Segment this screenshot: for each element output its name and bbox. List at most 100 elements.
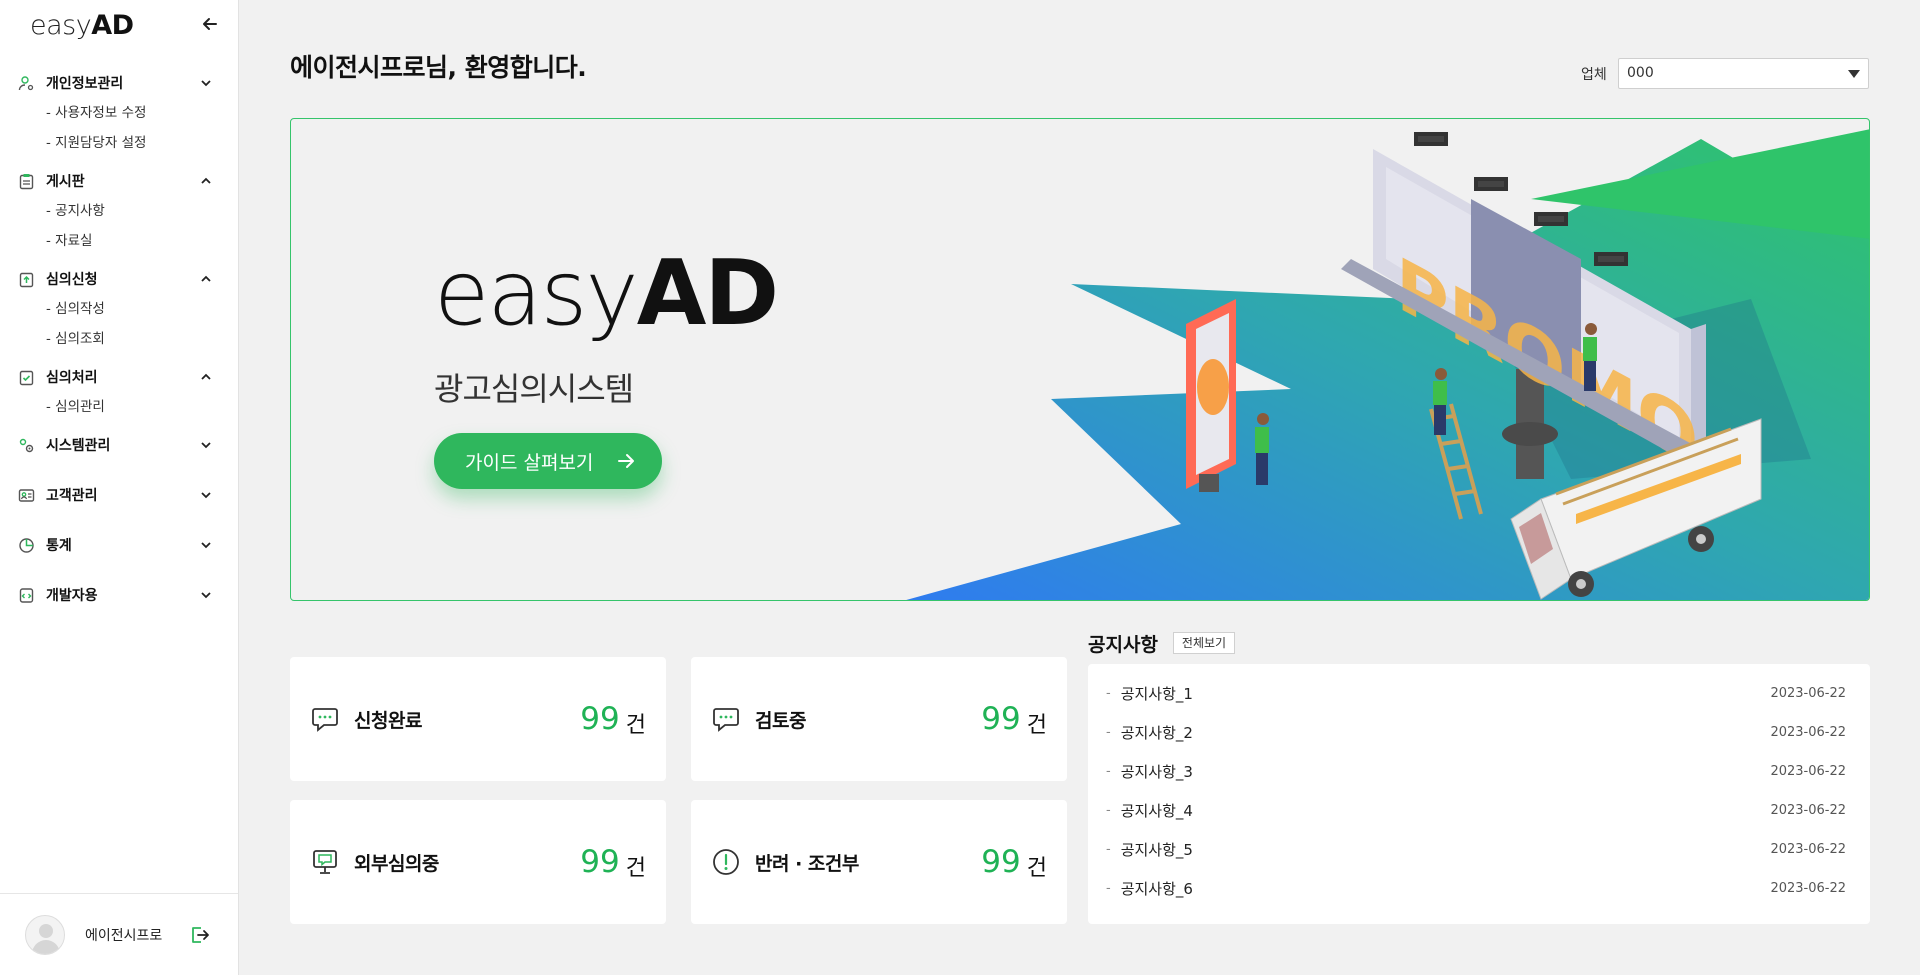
menu-group-customer: 고객관리 [0,480,238,510]
menu-group-developer: 개발자용 [0,580,238,610]
list-item[interactable]: - 공지사항_4 2023-06-22 [1088,791,1870,830]
list-item[interactable]: - 공지사항_5 2023-06-22 [1088,830,1870,869]
developer-icon [18,587,35,604]
arrow-right-icon [618,454,634,468]
menu-group-personal: 개인정보관리 사용자정보 수정 지원담당자 설정 [0,68,238,158]
stat-label: 신청완료 [354,709,422,732]
clipboard-check-icon [18,369,35,386]
chevron-down-icon [201,442,211,449]
chat-bubble-icon [312,708,338,732]
company-label: 업체 [1581,67,1607,83]
notice-date: 2023-06-22 [1770,725,1846,740]
chevron-down-icon [201,542,211,549]
chevron-down-icon [201,80,211,87]
app-logo[interactable]: easyAD [30,10,134,41]
guide-button[interactable]: 가이드 살펴보기 [434,433,662,489]
chevron-down-icon [201,592,211,599]
list-dash: - [1106,686,1111,701]
system-gear-icon [18,437,35,454]
hero-logo-bold: AD [636,241,779,346]
notice-date: 2023-06-22 [1770,803,1846,818]
menu-label: 통계 [46,538,72,554]
chevron-up-icon [201,177,211,184]
menu-head-review-process[interactable]: 심의처리 [0,362,238,392]
sidebar-item-notices[interactable]: 공지사항 [0,196,238,226]
chevron-down-icon [201,492,211,499]
stat-card-external-review[interactable]: 외부심의중 99 건 [290,800,666,924]
hero-subtitle: 광고심의시스템 [434,370,634,408]
notice-title: 공지사항_3 [1120,763,1193,781]
sidebar-menu: 개인정보관리 사용자정보 수정 지원담당자 설정 게시판 공지사항 자료실 [0,68,238,630]
list-item[interactable]: - 공지사항_6 2023-06-22 [1088,869,1870,908]
stat-card-submitted[interactable]: 신청완료 99 건 [290,657,666,781]
menu-label: 개인정보관리 [46,76,124,92]
menu-head-review-request[interactable]: 심의신청 [0,264,238,294]
menu-label: 시스템관리 [46,438,111,454]
list-item[interactable]: - 공지사항_1 2023-06-22 [1088,674,1870,713]
sidebar-item-review-manage[interactable]: 심의관리 [0,392,238,422]
avatar[interactable] [25,914,65,955]
chat-bubble-icon [713,708,739,732]
monitor-chat-icon [313,850,337,874]
view-all-button[interactable]: 전체보기 [1173,632,1235,654]
stat-label: 검토중 [755,709,806,732]
notice-list: - 공지사항_1 2023-06-22 - 공지사항_2 2023-06-22 … [1088,664,1870,924]
hero-banner: PROMO easyAD 광고심의시스템 가이드 살펴보기 [290,118,1870,601]
stat-label: 반려 · 조건부 [755,852,859,875]
company-select[interactable]: 000 [1618,58,1869,89]
notice-date: 2023-06-22 [1770,842,1846,857]
sidebar-item-support-manager[interactable]: 지원담당자 설정 [0,128,238,158]
user-settings-icon [18,75,35,92]
menu-head-developer[interactable]: 개발자용 [0,580,238,610]
hero-logo: easyAD [434,249,779,339]
chevron-up-icon [201,275,211,282]
menu-label: 고객관리 [46,488,98,504]
sidebar-item-review-write[interactable]: 심의작성 [0,294,238,324]
stat-value: 99 [981,844,1021,880]
logo-text-light: easy [30,10,92,41]
menu-head-stats[interactable]: 통계 [0,530,238,560]
notice-title: 공지사항_5 [1120,841,1193,859]
sidebar-item-archive[interactable]: 자료실 [0,226,238,256]
notice-title: 공지사항_6 [1120,880,1193,898]
menu-group-system: 시스템관리 [0,430,238,460]
hero-logo-light: easy [434,241,639,346]
stat-label: 외부심의중 [354,852,439,875]
stat-value: 99 [580,844,620,880]
menu-head-system[interactable]: 시스템관리 [0,430,238,460]
menu-head-customer[interactable]: 고객관리 [0,480,238,510]
stat-unit: 건 [1026,856,1047,881]
sidebar-item-user-edit[interactable]: 사용자정보 수정 [0,98,238,128]
logo-text-bold: AD [91,10,134,41]
logout-icon[interactable] [188,924,210,946]
sidebar: easyAD 개인정보관리 사용자정보 수정 지원담당자 설정 게시판 [0,0,239,975]
menu-group-review-process: 심의처리 심의관리 [0,362,238,422]
notice-date: 2023-06-22 [1770,881,1846,896]
menu-label: 개발자용 [46,588,98,604]
collapse-sidebar-icon[interactable] [200,14,220,34]
menu-group-review-request: 심의신청 심의작성 심의조회 [0,264,238,354]
stat-card-rejected[interactable]: 반려 · 조건부 99 건 [691,800,1067,924]
pie-chart-icon [18,537,35,554]
sidebar-item-review-search[interactable]: 심의조회 [0,324,238,354]
notice-title: 공지사항_1 [1120,685,1193,703]
menu-label: 심의처리 [46,370,98,386]
menu-label: 심의신청 [46,272,98,288]
menu-head-personal[interactable]: 개인정보관리 [0,68,238,98]
company-select-value: 000 [1627,65,1654,81]
user-profile: 에이전시프로 [0,893,238,975]
stat-card-reviewing[interactable]: 검토중 99 건 [691,657,1067,781]
notice-title: 공지사항_4 [1120,802,1193,820]
menu-label: 게시판 [46,174,85,190]
billboard-illustration: PROMO [906,129,1869,600]
notice-date: 2023-06-22 [1770,686,1846,701]
stat-unit: 건 [625,856,646,881]
clipboard-icon [18,173,35,190]
user-name: 에이전시프로 [85,927,163,944]
page-title: 에이전시프로님, 환영합니다. [290,53,587,82]
list-item[interactable]: - 공지사항_3 2023-06-22 [1088,752,1870,791]
list-dash: - [1106,881,1111,896]
menu-head-board[interactable]: 게시판 [0,166,238,196]
chevron-up-icon [201,373,211,380]
list-item[interactable]: - 공지사항_2 2023-06-22 [1088,713,1870,752]
